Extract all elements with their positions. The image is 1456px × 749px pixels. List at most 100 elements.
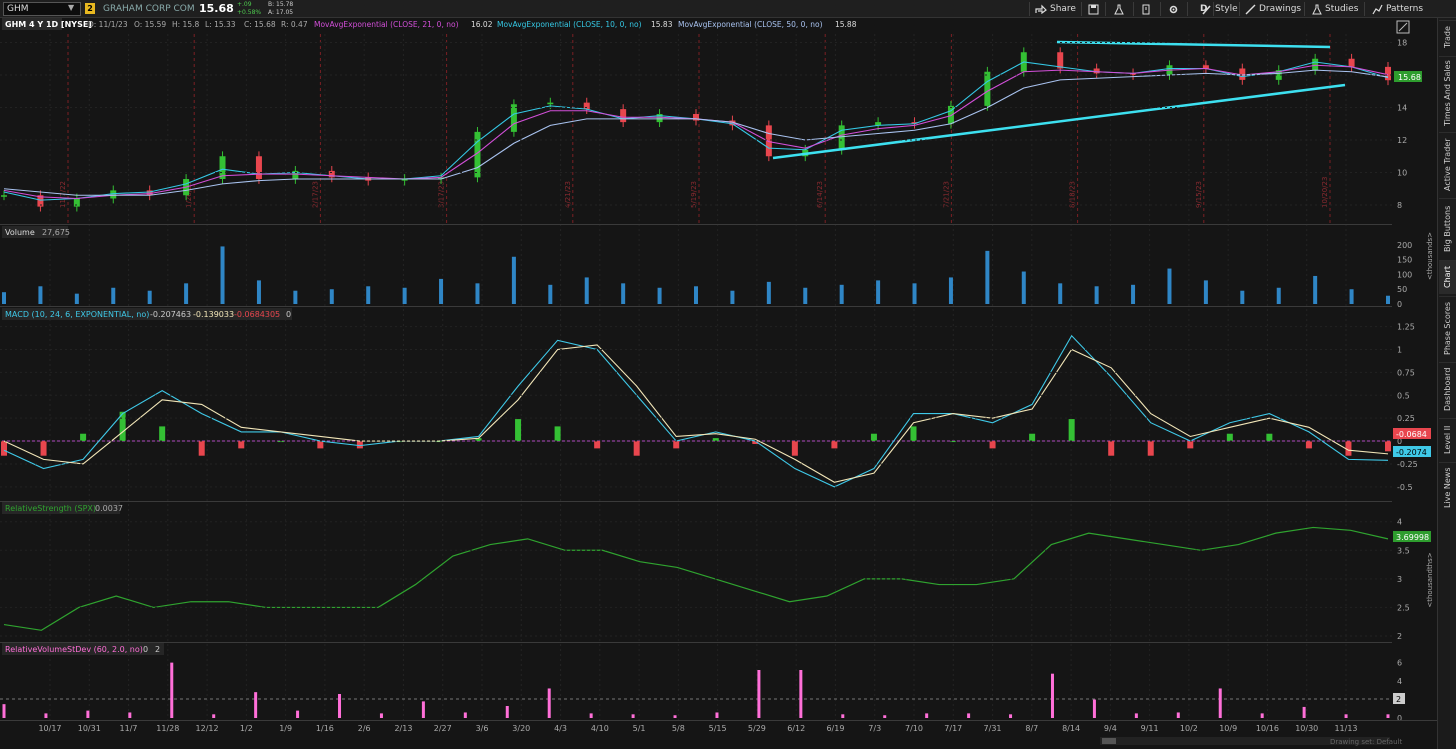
macd-histogram-bar bbox=[356, 441, 363, 449]
sidebar-tab-big-buttons[interactable]: Big Buttons bbox=[1439, 198, 1456, 258]
change-abs: +.09 bbox=[237, 1, 252, 8]
studies-label: Studies bbox=[1325, 4, 1359, 14]
scrollbar-left-arrow[interactable] bbox=[1102, 738, 1116, 744]
macd-tick-label: -0.5 bbox=[1397, 483, 1413, 492]
volume-tick-label: 200 bbox=[1397, 241, 1412, 250]
volume-bar bbox=[1021, 271, 1026, 304]
earnings-label: 2/17/23 bbox=[311, 181, 319, 208]
volume-bar bbox=[548, 284, 553, 304]
rvsd-bar bbox=[589, 713, 593, 718]
macd-histogram-bar bbox=[1029, 433, 1036, 442]
link-group-badge[interactable]: 2 bbox=[85, 3, 95, 14]
rs-unit: <thousandths> bbox=[1426, 552, 1434, 607]
right-sidebar: Trade Times And Sales Active Trader Big … bbox=[1437, 18, 1456, 749]
save-layout-button[interactable] bbox=[1088, 2, 1099, 16]
rvsd-bar bbox=[925, 713, 929, 718]
toolbar-divider bbox=[1081, 2, 1082, 16]
ema10-label: MovAvgExponential (CLOSE, 10, 0, no) bbox=[497, 20, 642, 29]
macd-tick-label: 0.5 bbox=[1397, 391, 1410, 400]
chart-area[interactable]: GHM 4 Y 1D [NYSE] D: 11/1/23 O: 15.59 H:… bbox=[0, 18, 1437, 749]
volume-bar bbox=[1386, 295, 1390, 304]
share-label: Share bbox=[1050, 4, 1076, 14]
ohlc-close: C: 15.68 bbox=[244, 20, 276, 29]
sidebar-tab-phase-scores[interactable]: Phase Scores bbox=[1439, 296, 1456, 360]
candle-body bbox=[1385, 66, 1391, 81]
volume-bar bbox=[1203, 280, 1208, 304]
macd-histogram-bar bbox=[1187, 441, 1194, 449]
earnings-label: 10/20/23 bbox=[1321, 177, 1329, 208]
toolbar-divider bbox=[1239, 2, 1240, 16]
x-tick-label: 5/1 bbox=[633, 724, 646, 733]
ohlc-date: D: 11/1/23 bbox=[88, 20, 128, 29]
studies-button[interactable]: Studies bbox=[1312, 2, 1358, 16]
x-tick-label: 6/12 bbox=[787, 724, 805, 733]
ohlc-range: R: 0.47 bbox=[281, 20, 308, 29]
rvsd-bar bbox=[505, 706, 509, 718]
x-tick-label: 8/7 bbox=[1025, 724, 1038, 733]
x-tick-label: 1/2 bbox=[240, 724, 253, 733]
rs-tick-label: 2 bbox=[1397, 632, 1402, 641]
price-tick-label: 14 bbox=[1397, 104, 1407, 113]
rvsd-bar bbox=[1009, 714, 1013, 718]
volume-bar bbox=[402, 287, 407, 304]
macd-histogram-bar bbox=[1, 441, 7, 456]
x-tick-label: 12/12 bbox=[196, 724, 219, 733]
x-tick-label: 8/14 bbox=[1062, 724, 1080, 733]
sidebar-tab-dashboard[interactable]: Dashboard bbox=[1439, 362, 1456, 416]
toolbar-divider bbox=[1364, 2, 1365, 16]
ask-price: A: 17.05 bbox=[268, 9, 294, 16]
macd-histogram-bar bbox=[317, 441, 324, 449]
sidebar-tab-live-news[interactable]: Live News bbox=[1439, 462, 1456, 512]
rvsd-bar bbox=[1134, 713, 1138, 718]
drawings-button[interactable]: Drawings bbox=[1245, 2, 1301, 16]
sidebar-tab-trade[interactable]: Trade bbox=[1439, 20, 1456, 54]
macd-histogram-bar bbox=[554, 426, 561, 442]
patterns-icon bbox=[1372, 4, 1383, 14]
rvsd-bar bbox=[1050, 673, 1054, 718]
ohlc-open: O: 15.59 bbox=[134, 20, 166, 29]
sidebar-tab-active-trader[interactable]: Active Trader bbox=[1439, 132, 1456, 196]
rvsd-bar bbox=[547, 688, 551, 718]
earnings-label: 3/17/23 bbox=[438, 181, 446, 208]
rs-badge: 3.69998 bbox=[1396, 533, 1429, 542]
rvsd-bar bbox=[1092, 699, 1096, 718]
sidebar-tab-level-ii[interactable]: Level II bbox=[1439, 418, 1456, 460]
volume-bar bbox=[839, 284, 844, 304]
pencil-icon bbox=[1245, 4, 1256, 14]
share-button[interactable]: Share bbox=[1035, 2, 1076, 16]
settings-button[interactable] bbox=[1168, 2, 1179, 16]
panel-divider bbox=[0, 642, 1392, 643]
volume-bar bbox=[1313, 275, 1318, 304]
brush-icon bbox=[1202, 4, 1211, 15]
volume-bar bbox=[912, 283, 917, 304]
ohlc-low: L: 15.33 bbox=[205, 20, 236, 29]
x-tick-label: 10/2 bbox=[1180, 724, 1198, 733]
flask-button[interactable] bbox=[1114, 2, 1124, 16]
style-button[interactable]: Style bbox=[1201, 2, 1238, 16]
macd-histogram-bar bbox=[80, 433, 87, 442]
drawings-label: Drawings bbox=[1259, 4, 1302, 14]
volume-bar bbox=[1349, 289, 1354, 304]
sidebar-tab-times-and-sales[interactable]: Times And Sales bbox=[1439, 56, 1456, 130]
patterns-button[interactable]: Patterns bbox=[1372, 2, 1423, 16]
macd-histogram-bar bbox=[910, 426, 917, 442]
alert-button[interactable] bbox=[1141, 2, 1151, 16]
rvsd-title: RelativeVolumeStDev (60, 2.0, no) bbox=[5, 645, 143, 654]
price-tick-label: 12 bbox=[1397, 136, 1407, 145]
rvsd-bar bbox=[757, 670, 761, 718]
chevron-down-icon[interactable]: ▼ bbox=[68, 3, 74, 12]
flask-icon bbox=[1114, 4, 1124, 14]
x-tick-label: 4/10 bbox=[591, 724, 609, 733]
macd-histogram-bar bbox=[1068, 419, 1075, 442]
sidebar-tab-chart[interactable]: Chart bbox=[1439, 260, 1456, 294]
macd-histogram-bar bbox=[673, 441, 680, 449]
volume-bar bbox=[147, 290, 152, 304]
volume-bar bbox=[439, 278, 444, 304]
volume-title: Volume bbox=[5, 228, 35, 237]
macd-histogram-bar bbox=[159, 426, 166, 442]
toolbar-divider bbox=[1133, 2, 1134, 16]
macd-tick-label: -0.25 bbox=[1397, 460, 1418, 469]
macd-histogram-bar bbox=[831, 441, 838, 449]
top-toolbar: ▼ 2 GRAHAM CORP COM 15.68 +.09 +0.58% B:… bbox=[0, 0, 1456, 18]
macd-histogram-bar bbox=[40, 441, 47, 456]
